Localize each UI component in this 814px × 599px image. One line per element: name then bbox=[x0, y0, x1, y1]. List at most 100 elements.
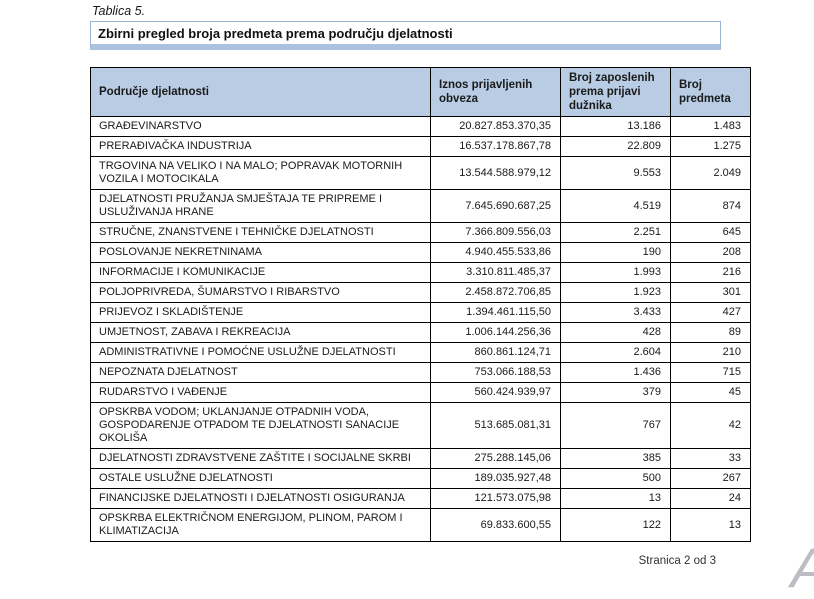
cases-cell: 89 bbox=[671, 323, 751, 343]
cases-cell: 13 bbox=[671, 509, 751, 542]
table-title-box: Zbirni pregled broja predmeta prema podr… bbox=[90, 21, 721, 50]
employees-cell: 1.993 bbox=[561, 263, 671, 283]
employees-cell: 3.433 bbox=[561, 303, 671, 323]
cases-cell: 715 bbox=[671, 363, 751, 383]
table-row: PRERAĐIVAČKA INDUSTRIJA16.537.178.867,78… bbox=[91, 137, 751, 157]
activity-cell: DJELATNOSTI PRUŽANJA SMJEŠTAJA TE PRIPRE… bbox=[91, 190, 431, 223]
table-row: INFORMACIJE I KOMUNIKACIJE3.310.811.485,… bbox=[91, 263, 751, 283]
activity-cell: INFORMACIJE I KOMUNIKACIJE bbox=[91, 263, 431, 283]
activity-cell: DJELATNOSTI ZDRAVSTVENE ZAŠTITE I SOCIJA… bbox=[91, 449, 431, 469]
employees-cell: 22.809 bbox=[561, 137, 671, 157]
cases-cell: 33 bbox=[671, 449, 751, 469]
activity-cell: OSTALE USLUŽNE DJELATNOSTI bbox=[91, 469, 431, 489]
employees-cell: 2.604 bbox=[561, 343, 671, 363]
employees-cell: 190 bbox=[561, 243, 671, 263]
page-number: Stranica 2 od 3 bbox=[90, 555, 716, 567]
activity-cell: FINANCIJSKE DJELATNOSTI I DJELATNOSTI OS… bbox=[91, 489, 431, 509]
activity-cell: NEPOZNATA DJELATNOST bbox=[91, 363, 431, 383]
activity-cell: ADMINISTRATIVNE I POMOĆNE USLUŽNE DJELAT… bbox=[91, 343, 431, 363]
activity-cell: PRERAĐIVAČKA INDUSTRIJA bbox=[91, 137, 431, 157]
amount-cell: 121.573.075,98 bbox=[431, 489, 561, 509]
amount-cell: 16.537.178.867,78 bbox=[431, 137, 561, 157]
table-header-row: Područje djelatnosti Iznos prijavljenih … bbox=[91, 68, 751, 117]
employees-cell: 1.923 bbox=[561, 283, 671, 303]
col-header-amount: Iznos prijavljenih obveza bbox=[431, 68, 561, 117]
amount-cell: 7.645.690.687,25 bbox=[431, 190, 561, 223]
table-row: NEPOZNATA DJELATNOST753.066.188,531.4367… bbox=[91, 363, 751, 383]
cases-cell: 1.275 bbox=[671, 137, 751, 157]
amount-cell: 2.458.872.706,85 bbox=[431, 283, 561, 303]
table-row: POSLOVANJE NEKRETNINAMA4.940.455.533,861… bbox=[91, 243, 751, 263]
cases-cell: 24 bbox=[671, 489, 751, 509]
table-row: GRAĐEVINARSTVO20.827.853.370,3513.1861.4… bbox=[91, 117, 751, 137]
table-row: DJELATNOSTI ZDRAVSTVENE ZAŠTITE I SOCIJA… bbox=[91, 449, 751, 469]
activity-cell: TRGOVINA NA VELIKO I NA MALO; POPRAVAK M… bbox=[91, 157, 431, 190]
employees-cell: 767 bbox=[561, 403, 671, 449]
table-row: OPSKRBA ELEKTRIČNOM ENERGIJOM, PLINOM, P… bbox=[91, 509, 751, 542]
employees-cell: 379 bbox=[561, 383, 671, 403]
table-caption: Tablica 5. bbox=[92, 4, 145, 18]
cases-cell: 45 bbox=[671, 383, 751, 403]
amount-cell: 860.861.124,71 bbox=[431, 343, 561, 363]
table-row: UMJETNOST, ZABAVA I REKREACIJA1.006.144.… bbox=[91, 323, 751, 343]
cases-cell: 301 bbox=[671, 283, 751, 303]
amount-cell: 275.288.145,06 bbox=[431, 449, 561, 469]
amount-cell: 7.366.809.556,03 bbox=[431, 223, 561, 243]
amount-cell: 753.066.188,53 bbox=[431, 363, 561, 383]
amount-cell: 1.006.144.256,36 bbox=[431, 323, 561, 343]
amount-cell: 13.544.588.979,12 bbox=[431, 157, 561, 190]
table-row: TRGOVINA NA VELIKO I NA MALO; POPRAVAK M… bbox=[91, 157, 751, 190]
employees-cell: 1.436 bbox=[561, 363, 671, 383]
table-row: OPSKRBA VODOM; UKLANJANJE OTPADNIH VODA,… bbox=[91, 403, 751, 449]
cases-cell: 645 bbox=[671, 223, 751, 243]
activity-cell: OPSKRBA ELEKTRIČNOM ENERGIJOM, PLINOM, P… bbox=[91, 509, 431, 542]
table-title: Zbirni pregled broja predmeta prema podr… bbox=[98, 26, 453, 41]
cases-cell: 2.049 bbox=[671, 157, 751, 190]
amount-cell: 1.394.461.115,50 bbox=[431, 303, 561, 323]
employees-cell: 500 bbox=[561, 469, 671, 489]
cases-cell: 427 bbox=[671, 303, 751, 323]
cases-cell: 210 bbox=[671, 343, 751, 363]
activity-cell: POSLOVANJE NEKRETNINAMA bbox=[91, 243, 431, 263]
employees-cell: 428 bbox=[561, 323, 671, 343]
amount-cell: 189.035.927,48 bbox=[431, 469, 561, 489]
amount-cell: 69.833.600,55 bbox=[431, 509, 561, 542]
col-header-cases: Broj predmeta bbox=[671, 68, 751, 117]
employees-cell: 13 bbox=[561, 489, 671, 509]
amount-cell: 4.940.455.533,86 bbox=[431, 243, 561, 263]
amount-cell: 3.310.811.485,37 bbox=[431, 263, 561, 283]
cases-cell: 208 bbox=[671, 243, 751, 263]
table-row: STRUČNE, ZNANSTVENE I TEHNIČKE DJELATNOS… bbox=[91, 223, 751, 243]
cases-cell: 1.483 bbox=[671, 117, 751, 137]
col-header-activity: Područje djelatnosti bbox=[91, 68, 431, 117]
activity-cell: STRUČNE, ZNANSTVENE I TEHNIČKE DJELATNOS… bbox=[91, 223, 431, 243]
activity-cell: PRIJEVOZ I SKLADIŠTENJE bbox=[91, 303, 431, 323]
activity-cell: RUDARSTVO I VAĐENJE bbox=[91, 383, 431, 403]
activity-cell: OPSKRBA VODOM; UKLANJANJE OTPADNIH VODA,… bbox=[91, 403, 431, 449]
table-row: OSTALE USLUŽNE DJELATNOSTI189.035.927,48… bbox=[91, 469, 751, 489]
table-row: POLJOPRIVREDA, ŠUMARSTVO I RIBARSTVO2.45… bbox=[91, 283, 751, 303]
watermark-letter: A bbox=[791, 540, 814, 596]
employees-cell: 385 bbox=[561, 449, 671, 469]
table-row: FINANCIJSKE DJELATNOSTI I DJELATNOSTI OS… bbox=[91, 489, 751, 509]
amount-cell: 513.685.081,31 bbox=[431, 403, 561, 449]
activity-cell: POLJOPRIVREDA, ŠUMARSTVO I RIBARSTVO bbox=[91, 283, 431, 303]
cases-cell: 42 bbox=[671, 403, 751, 449]
employees-cell: 13.186 bbox=[561, 117, 671, 137]
table-row: PRIJEVOZ I SKLADIŠTENJE1.394.461.115,503… bbox=[91, 303, 751, 323]
amount-cell: 560.424.939,97 bbox=[431, 383, 561, 403]
table-row: RUDARSTVO I VAĐENJE560.424.939,9737945 bbox=[91, 383, 751, 403]
table-row: DJELATNOSTI PRUŽANJA SMJEŠTAJA TE PRIPRE… bbox=[91, 190, 751, 223]
activity-summary-table: Područje djelatnosti Iznos prijavljenih … bbox=[90, 67, 751, 542]
cases-cell: 874 bbox=[671, 190, 751, 223]
amount-cell: 20.827.853.370,35 bbox=[431, 117, 561, 137]
cases-cell: 216 bbox=[671, 263, 751, 283]
employees-cell: 4.519 bbox=[561, 190, 671, 223]
activity-cell: UMJETNOST, ZABAVA I REKREACIJA bbox=[91, 323, 431, 343]
employees-cell: 2.251 bbox=[561, 223, 671, 243]
table-row: ADMINISTRATIVNE I POMOĆNE USLUŽNE DJELAT… bbox=[91, 343, 751, 363]
col-header-employees: Broj zaposlenih prema prijavi dužnika bbox=[561, 68, 671, 117]
activity-cell: GRAĐEVINARSTVO bbox=[91, 117, 431, 137]
employees-cell: 9.553 bbox=[561, 157, 671, 190]
cases-cell: 267 bbox=[671, 469, 751, 489]
